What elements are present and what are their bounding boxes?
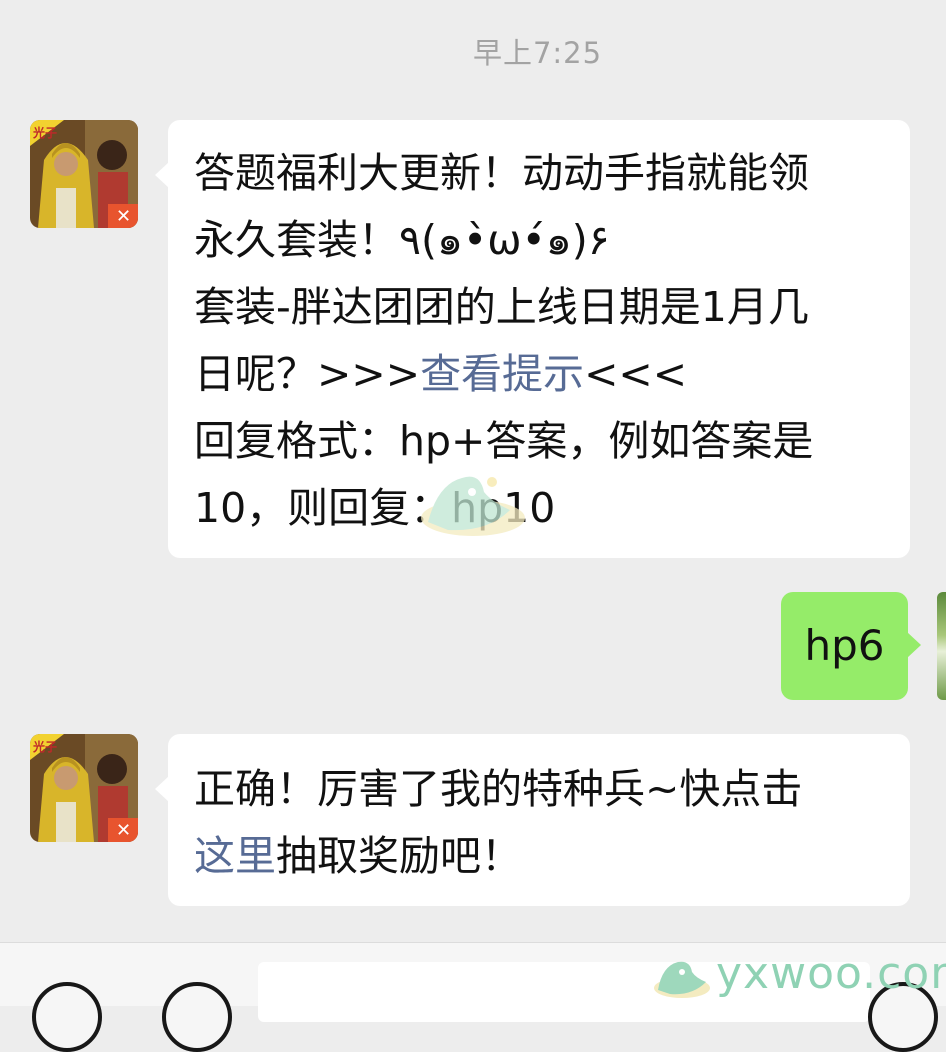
result-message-bubble[interactable]: 正确！厉害了我的特种兵~快点击 这里抽取奖励吧！	[155, 734, 910, 906]
quiz-line-6: 10，则回复：hp10	[194, 484, 556, 532]
svg-text:✕: ✕	[116, 206, 131, 227]
quiz-line-1: 答题福利大更新！动动手指就能领	[194, 149, 809, 197]
self-avatar[interactable]	[937, 592, 946, 700]
game-avatar-icon: 光子 ✕	[30, 734, 138, 842]
result-line-1: 正确！厉害了我的特种兵~快点击	[194, 765, 803, 813]
quiz-line-2: 永久套装！٩(๑•̀ω•́๑)۶	[194, 216, 610, 264]
voice-icon[interactable]	[32, 982, 102, 1052]
view-hint-link[interactable]: 查看提示	[420, 350, 584, 398]
svg-text:光子: 光子	[32, 125, 57, 140]
svg-text:光子: 光子	[32, 739, 57, 754]
quiz-line-3: 套装-胖达团团的上线日期是1月几	[194, 283, 809, 331]
chat-timestamp: 早上7:25	[472, 36, 603, 70]
site-logo-icon	[654, 961, 710, 998]
quiz-line-4: 日呢？>>>查看提示<<<	[194, 341, 888, 408]
result-line-2: 这里抽取奖励吧！	[194, 823, 888, 890]
quiz-line-4-prefix: 日呢？>>>	[194, 350, 421, 398]
claim-reward-link[interactable]: 这里	[194, 832, 276, 880]
result-line-2-suffix: 抽取奖励吧！	[276, 832, 522, 880]
watermark-logo-icon	[421, 476, 525, 536]
bot-avatar[interactable]: 光子 ✕	[30, 734, 138, 842]
bot-avatar[interactable]: 光子 ✕	[30, 120, 138, 228]
keyboard-toggle-icon[interactable]	[162, 982, 232, 1052]
quiz-line-5: 回复格式：hp+答案，例如答案是	[194, 417, 814, 465]
reply-message-bubble[interactable]: hp6	[781, 592, 921, 700]
quiz-line-4-suffix: <<<	[584, 350, 688, 398]
svg-text:✕: ✕	[116, 820, 131, 841]
quiz-message-bubble[interactable]: 答题福利大更新！动动手指就能领 永久套装！٩(๑•̀ω•́๑)۶ 套装-胖达团团…	[155, 120, 910, 558]
game-avatar-icon: 光子 ✕	[30, 120, 138, 228]
site-watermark: yxwoo.com	[716, 948, 946, 999]
